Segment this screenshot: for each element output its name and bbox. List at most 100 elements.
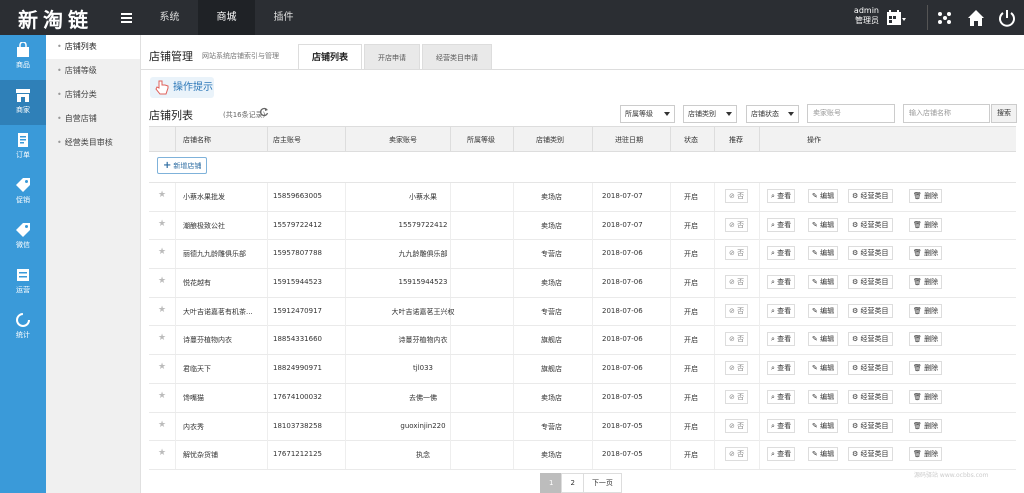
subnav-self-shop[interactable]: • 自营店铺 [46,107,140,131]
sidebar-item-merchant[interactable]: 商家 [0,80,46,125]
recommend-toggle[interactable]: ⊘ 否 [725,332,749,347]
recommend-toggle[interactable]: ⊘ 否 [725,189,749,203]
page-2[interactable]: 2 [561,473,584,493]
star-icon[interactable]: ★ [158,448,166,458]
sidebar-item-goods[interactable]: 商品 [0,35,46,80]
topnav-mall[interactable]: 商城 [198,0,255,35]
search-button[interactable]: 搜索 [991,104,1017,123]
sidebar-item-stats[interactable]: 统计 [0,305,46,350]
subnav-shop-level[interactable]: • 店铺等级 [46,59,140,83]
menu-toggle-icon[interactable] [121,13,132,23]
category-button[interactable]: ⚙ 经营类目 [848,447,893,462]
cell-type: 卖场店 [541,279,562,288]
view-button[interactable]: ⌕ 查看 [767,332,796,347]
edit-button[interactable]: ✎ 编辑 [808,389,839,404]
view-button[interactable]: ⌕ 查看 [767,447,796,462]
delete-button[interactable]: 🗑 删除 [909,303,943,318]
view-button[interactable]: ⌕ 查看 [767,217,796,232]
category-button[interactable]: ⚙ 经营类目 [848,418,893,433]
category-button[interactable]: ⚙ 经营类目 [848,246,893,261]
shop-name-input[interactable]: 输入店铺名称 [903,104,990,123]
status-select[interactable]: 店铺状态 [746,105,799,123]
topnav-system[interactable]: 系统 [141,0,198,35]
edit-button[interactable]: ✎ 编辑 [808,332,839,347]
recommend-toggle[interactable]: ⊘ 否 [725,303,749,318]
view-button[interactable]: ⌕ 查看 [767,303,796,318]
edit-label: 编辑 [820,364,835,373]
trash-icon: 🗑 [913,306,922,315]
category-select[interactable]: 店铺类别 [683,105,737,123]
seller-account-input[interactable]: 卖家账号 [807,104,895,123]
edit-button[interactable]: ✎ 编辑 [808,217,839,232]
recommend-toggle[interactable]: ⊘ 否 [725,418,749,433]
edit-button[interactable]: ✎ 编辑 [808,447,839,462]
view-button[interactable]: ⌕ 查看 [767,418,796,433]
delete-button[interactable]: 🗑 删除 [909,189,943,203]
edit-button[interactable]: ✎ 编辑 [808,246,839,261]
recommend-toggle[interactable]: ⊘ 否 [725,246,749,261]
edit-button[interactable]: ✎ 编辑 [808,189,839,203]
star-icon[interactable]: ★ [158,362,166,372]
delete-button[interactable]: 🗑 删除 [909,389,943,404]
delete-button[interactable]: 🗑 删除 [909,217,943,232]
user-info[interactable]: admin 管理员 [851,6,879,26]
category-button[interactable]: ⚙ 经营类目 [848,217,893,232]
delete-button[interactable]: 🗑 删除 [909,361,943,376]
subnav-shop-list[interactable]: • 店铺列表 [46,35,140,59]
recommend-toggle[interactable]: ⊘ 否 [725,275,749,290]
recommend-toggle[interactable]: ⊘ 否 [725,389,749,404]
view-button[interactable]: ⌕ 查看 [767,246,796,261]
delete-button[interactable]: 🗑 删除 [909,332,943,347]
sidebar-item-wechat[interactable]: 微信 [0,215,46,260]
sidebar-item-orders[interactable]: 订单 [0,125,46,170]
delete-button[interactable]: 🗑 删除 [909,447,943,462]
recommend-label: 否 [737,421,745,430]
recommend-toggle[interactable]: ⊘ 否 [725,447,749,462]
delete-button[interactable]: 🗑 删除 [909,246,943,261]
calendar-icon[interactable] [886,9,906,27]
sidebar-item-operation[interactable]: 运营 [0,260,46,305]
tab-shop-list[interactable]: 店铺列表 [298,44,363,70]
category-button[interactable]: ⚙ 经营类目 [848,275,893,290]
view-button[interactable]: ⌕ 查看 [767,275,796,290]
view-button[interactable]: ⌕ 查看 [767,189,796,203]
delete-button[interactable]: 🗑 删除 [909,418,943,433]
next-page-button[interactable]: 下一页 [582,473,622,493]
delete-button[interactable]: 🗑 删除 [909,275,943,290]
power-icon[interactable] [998,9,1016,27]
home-icon[interactable] [967,9,985,27]
edit-button[interactable]: ✎ 编辑 [808,303,839,318]
recommend-toggle[interactable]: ⊘ 否 [725,361,749,376]
category-button[interactable]: ⚙ 经营类目 [848,389,893,404]
star-icon[interactable]: ★ [158,190,166,200]
sidebar-item-promotion[interactable]: 促销 [0,170,46,215]
edit-button[interactable]: ✎ 编辑 [808,275,839,290]
page-1[interactable]: 1 [540,473,563,493]
add-shop-button[interactable]: + 新增店铺 [157,157,208,174]
category-button[interactable]: ⚙ 经营类目 [848,303,893,318]
star-icon[interactable]: ★ [158,276,166,286]
view-button[interactable]: ⌕ 查看 [767,389,796,404]
tab-open-apply[interactable]: 开店申请 [364,44,421,70]
star-icon[interactable]: ★ [158,391,166,401]
star-icon[interactable]: ★ [158,219,166,229]
tab-category-apply[interactable]: 经营类目申请 [422,44,493,70]
subnav-category-audit[interactable]: • 经营类目审核 [46,131,140,155]
topnav-plugins[interactable]: 插件 [255,0,312,35]
level-select[interactable]: 所属等级 [620,105,675,123]
star-icon[interactable]: ★ [158,247,166,257]
category-button[interactable]: ⚙ 经营类目 [848,332,893,347]
operation-tip-button[interactable]: 操作提示 [150,77,214,98]
subnav-shop-category[interactable]: • 店铺分类 [46,83,140,107]
recommend-toggle[interactable]: ⊘ 否 [725,217,749,232]
category-button[interactable]: ⚙ 经营类目 [848,189,893,203]
star-icon[interactable]: ★ [158,305,166,315]
category-button[interactable]: ⚙ 经营类目 [848,361,893,376]
star-icon[interactable]: ★ [158,420,166,430]
view-button[interactable]: ⌕ 查看 [767,361,796,376]
sitemap-icon[interactable] [936,9,954,27]
edit-button[interactable]: ✎ 编辑 [808,361,839,376]
star-icon[interactable]: ★ [158,333,166,343]
edit-button[interactable]: ✎ 编辑 [808,418,839,433]
refresh-icon[interactable] [259,107,269,117]
